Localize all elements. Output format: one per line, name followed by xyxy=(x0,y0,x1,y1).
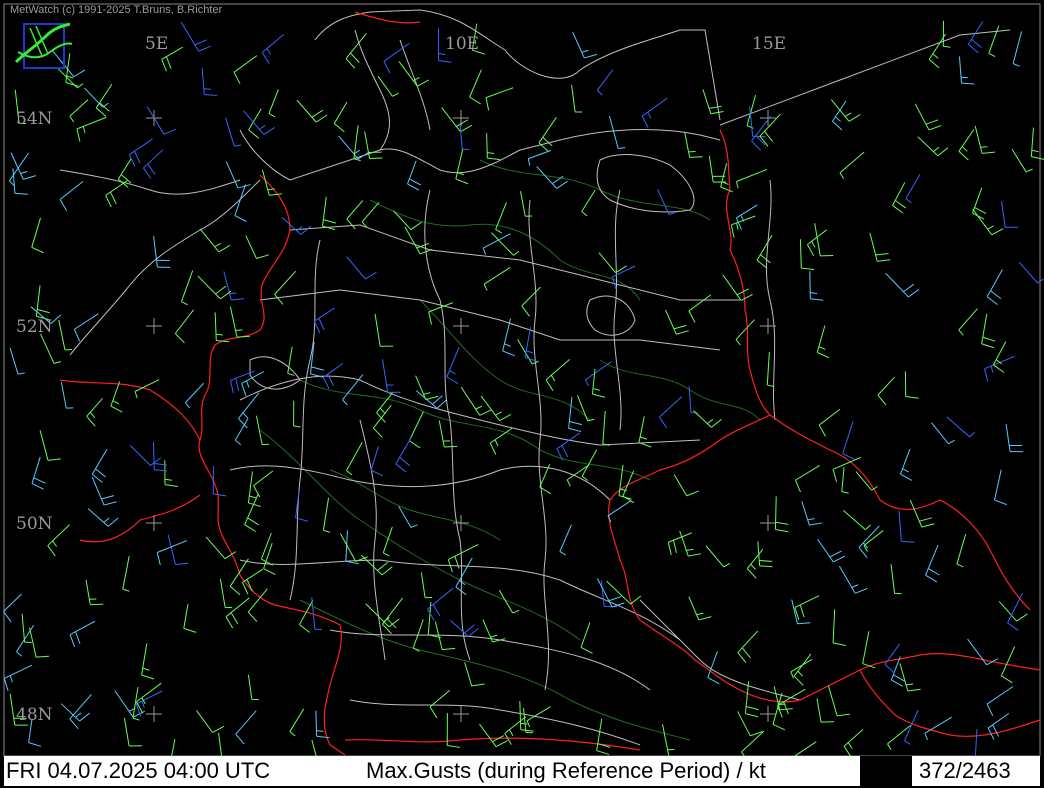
latitude-label-50n: 50N xyxy=(16,514,53,534)
copyright-credit: MetWatch (c) 1991-2025 T.Bruns, B.Richte… xyxy=(10,4,223,16)
longitude-label-5e: 5E xyxy=(145,34,168,54)
latitude-label-48n: 48N xyxy=(16,705,53,725)
status-bar: FRI 04.07.2025 04:00 UTC Max.Gusts (duri… xyxy=(4,756,1040,786)
valid-datetime: FRI 04.07.2025 04:00 UTC xyxy=(6,758,271,783)
weather-map: 5E 10E 15E 54N 52N 50N 48N xyxy=(0,0,1044,788)
station-count: 372/2463 xyxy=(919,758,1011,783)
status-separator xyxy=(860,756,912,786)
latitude-label-54n: 54N xyxy=(16,109,53,129)
longitude-label-15e: 15E xyxy=(752,34,786,54)
latitude-label-52n: 52N xyxy=(16,317,53,337)
parameter-label: Max.Gusts (during Reference Period) / kt xyxy=(366,758,766,783)
longitude-label-10e: 10E xyxy=(445,34,479,54)
